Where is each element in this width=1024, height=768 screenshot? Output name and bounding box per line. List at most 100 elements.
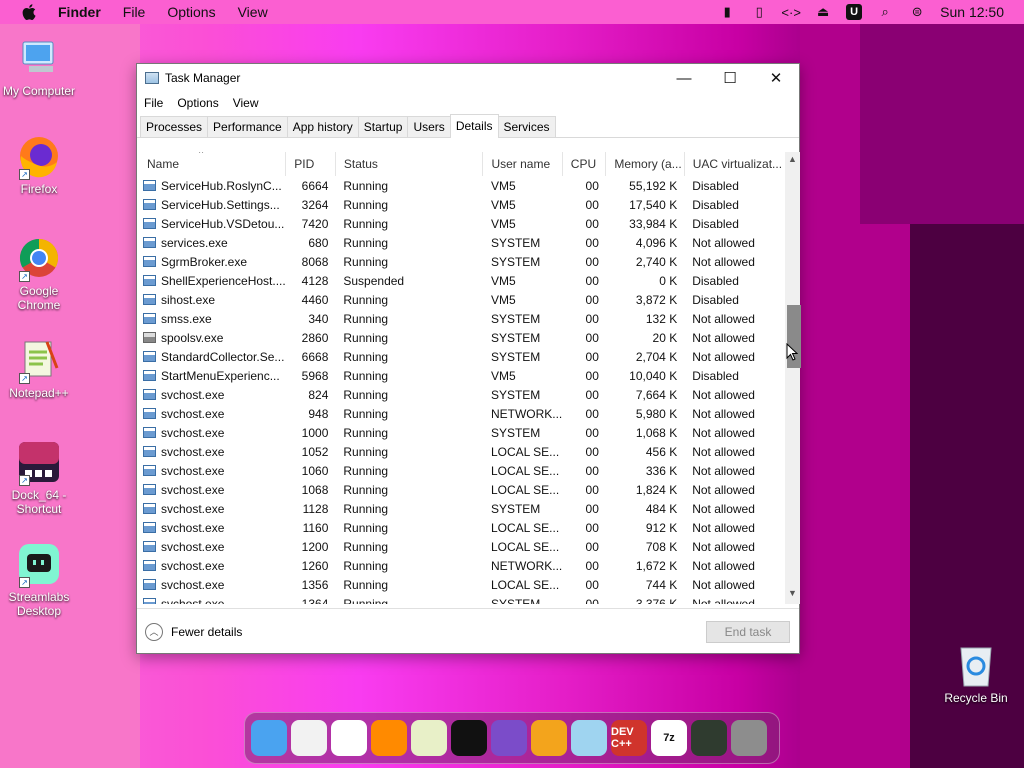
table-row[interactable]: SgrmBroker.exe 8068 Running SYSTEM 00 2,740 K… bbox=[139, 252, 783, 271]
tab-users[interactable]: Users bbox=[407, 116, 451, 137]
end-task-button[interactable]: End task bbox=[706, 621, 790, 643]
column-header-pid[interactable]: PID bbox=[285, 152, 336, 176]
dock-search-tool-icon[interactable] bbox=[531, 720, 567, 756]
scroll-down-icon[interactable]: ▼ bbox=[785, 588, 800, 602]
dock-trash-icon[interactable] bbox=[731, 720, 767, 756]
cell-status: Running bbox=[343, 425, 389, 440]
menu-app-name[interactable]: Finder bbox=[58, 4, 101, 20]
cell-status: Running bbox=[343, 406, 389, 421]
recycle-bin-icon bbox=[960, 647, 992, 687]
tab-processes[interactable]: Processes bbox=[140, 116, 209, 137]
shortcut-arrow-icon: ↗ bbox=[19, 271, 30, 282]
tab-performance[interactable]: Performance bbox=[207, 116, 288, 137]
dock-task-manager-icon[interactable] bbox=[691, 720, 727, 756]
cell-memory: 456 K bbox=[645, 444, 678, 459]
cell-uac: Not allowed bbox=[692, 558, 755, 573]
desktop-icon-label: Google Chrome bbox=[17, 284, 61, 312]
table-row[interactable]: svchost.exe 1260 Running NETWORK... 00 1,672 … bbox=[139, 556, 783, 575]
process-icon bbox=[143, 407, 156, 419]
table-row[interactable]: ServiceHub.VSDetou... 7420 Running VM5 00 33,… bbox=[139, 214, 783, 233]
table-row[interactable]: ServiceHub.Settings... 3264 Running VM5 00 17… bbox=[139, 195, 783, 214]
table-row[interactable]: svchost.exe 1128 Running SYSTEM 00 484 K Not a… bbox=[139, 499, 783, 518]
table-row[interactable]: spoolsv.exe 2860 Running SYSTEM 00 20 K Not al… bbox=[139, 328, 783, 347]
tab-startup[interactable]: Startup bbox=[357, 116, 409, 137]
table-row[interactable]: svchost.exe 1052 Running LOCAL SE... 00 456 K… bbox=[139, 442, 783, 461]
desktop-icon-recycle-bin[interactable]: Recycle Bin bbox=[936, 642, 1016, 705]
window-footer: ︿ Fewer details End task bbox=[137, 608, 799, 654]
dock-visual-studio-icon[interactable] bbox=[491, 720, 527, 756]
menu-view[interactable]: View bbox=[238, 4, 268, 20]
table-row[interactable]: sihost.exe 4460 Running VM5 00 3,872 K Disable… bbox=[139, 290, 783, 309]
desktop-icon-streamlabs[interactable]: ↗ Streamlabs Desktop bbox=[0, 542, 78, 618]
table-row[interactable]: smss.exe 340 Running SYSTEM 00 132 K Not allow… bbox=[139, 309, 783, 328]
scroll-up-icon[interactable]: ▲ bbox=[785, 154, 800, 168]
desktop-icon-dock-shortcut[interactable]: ↗ Dock_64 - Shortcut bbox=[0, 440, 78, 516]
dock-terminal-icon[interactable] bbox=[451, 720, 487, 756]
table-row[interactable]: ServiceHub.RoslynC... 6664 Running VM5 00 55,… bbox=[139, 176, 783, 195]
cell-name: svchost.exe bbox=[139, 594, 286, 604]
eject-icon[interactable]: ⏏ bbox=[814, 4, 832, 20]
minimize-button[interactable]: — bbox=[661, 64, 707, 92]
close-button[interactable]: ✕ bbox=[753, 64, 799, 92]
phone-icon[interactable]: ▯ bbox=[750, 4, 768, 20]
dock-launchpad-icon[interactable] bbox=[291, 720, 327, 756]
column-header-uac[interactable]: UAC virtualizat... bbox=[684, 152, 783, 176]
menu-options[interactable]: Options bbox=[177, 96, 218, 110]
battery-icon[interactable]: ▮ bbox=[718, 4, 736, 20]
table-row[interactable]: svchost.exe 948 Running NETWORK... 00 5,980 K… bbox=[139, 404, 783, 423]
clock[interactable]: Sun 12:50 bbox=[940, 4, 1004, 20]
dock-chrome-icon[interactable] bbox=[331, 720, 367, 756]
menu-options[interactable]: Options bbox=[167, 4, 215, 20]
desktop-icon-chrome[interactable]: ↗ Google Chrome bbox=[0, 236, 78, 312]
dock-dev-cpp-icon[interactable]: DEV C++ bbox=[611, 720, 647, 756]
control-center-icon[interactable]: ⊜ bbox=[908, 4, 926, 20]
menu-file[interactable]: File bbox=[144, 96, 163, 110]
dock-firefox-icon[interactable] bbox=[371, 720, 407, 756]
fewer-details-button[interactable]: ︿ Fewer details bbox=[145, 622, 242, 641]
column-header-name[interactable]: ^ Name bbox=[139, 152, 287, 176]
table-row[interactable]: svchost.exe 1364 Running SYSTEM 00 3,376 K Not… bbox=[139, 594, 783, 604]
cell-status: Running bbox=[343, 330, 389, 345]
vertical-scrollbar[interactable]: ▲ ▼ bbox=[785, 152, 801, 604]
cell-uac: Disabled bbox=[692, 292, 739, 307]
apple-icon[interactable] bbox=[22, 4, 36, 20]
shortcut-arrow-icon: ↗ bbox=[19, 169, 30, 180]
table-row[interactable]: StartMenuExperienc... 5968 Running VM5 00 10,… bbox=[139, 366, 783, 385]
title-bar[interactable]: Task Manager — ☐ ✕ bbox=[137, 64, 799, 92]
search-icon[interactable]: ⌕ bbox=[876, 4, 894, 20]
table-row[interactable]: ShellExperienceHost.... 4128 Suspended VM5 0… bbox=[139, 271, 783, 290]
table-row[interactable]: svchost.exe 1060 Running LOCAL SE... 00 336 K… bbox=[139, 461, 783, 480]
table-row[interactable]: svchost.exe 1160 Running LOCAL SE... 00 912 K… bbox=[139, 518, 783, 537]
table-row[interactable]: StandardCollector.Se... 6668 Running SYSTEM… bbox=[139, 347, 783, 366]
tab-app-history[interactable]: App history bbox=[286, 116, 359, 137]
dock-finder-icon[interactable] bbox=[251, 720, 287, 756]
column-header-cpu[interactable]: CPU bbox=[562, 152, 607, 176]
tab-details[interactable]: Details bbox=[449, 114, 499, 138]
table-row[interactable]: svchost.exe 1000 Running SYSTEM 00 1,068 K Not… bbox=[139, 423, 783, 442]
column-header-status[interactable]: Status bbox=[335, 152, 484, 176]
column-header-memory[interactable]: Memory (a... bbox=[605, 152, 685, 176]
code-icon[interactable]: <·> bbox=[781, 4, 801, 20]
table-row[interactable]: svchost.exe 1200 Running LOCAL SE... 00 708 K… bbox=[139, 537, 783, 556]
menu-view[interactable]: View bbox=[233, 96, 259, 110]
dock-editor-icon[interactable] bbox=[571, 720, 607, 756]
u-icon[interactable]: U bbox=[846, 4, 863, 20]
task-manager-icon bbox=[145, 72, 159, 84]
desktop-icon-my-computer[interactable]: My Computer bbox=[0, 36, 78, 98]
table-row[interactable]: svchost.exe 824 Running SYSTEM 00 7,664 K Not … bbox=[139, 385, 783, 404]
desktop-icon-firefox[interactable]: ↗ Firefox bbox=[0, 134, 78, 196]
cell-memory: 20 K bbox=[652, 330, 678, 345]
table-row[interactable]: services.exe 680 Running SYSTEM 00 4,096 K Not… bbox=[139, 233, 783, 252]
dock-7zip-icon[interactable]: 7z bbox=[651, 720, 687, 756]
process-icon bbox=[143, 255, 156, 267]
table-row[interactable]: svchost.exe 1068 Running LOCAL SE... 00 1,824… bbox=[139, 480, 783, 499]
cell-cpu: 00 bbox=[585, 273, 599, 288]
maximize-button[interactable]: ☐ bbox=[707, 64, 753, 92]
column-header-user-name[interactable]: User name bbox=[482, 152, 563, 176]
tab-services[interactable]: Services bbox=[497, 116, 556, 137]
cell-name: ServiceHub.VSDetou... bbox=[139, 214, 286, 233]
desktop-icon-notepadpp[interactable]: ↗ Notepad++ bbox=[0, 338, 78, 400]
table-row[interactable]: svchost.exe 1356 Running LOCAL SE... 00 744 K… bbox=[139, 575, 783, 594]
menu-file[interactable]: File bbox=[123, 4, 146, 20]
dock-notepadpp-icon[interactable] bbox=[411, 720, 447, 756]
